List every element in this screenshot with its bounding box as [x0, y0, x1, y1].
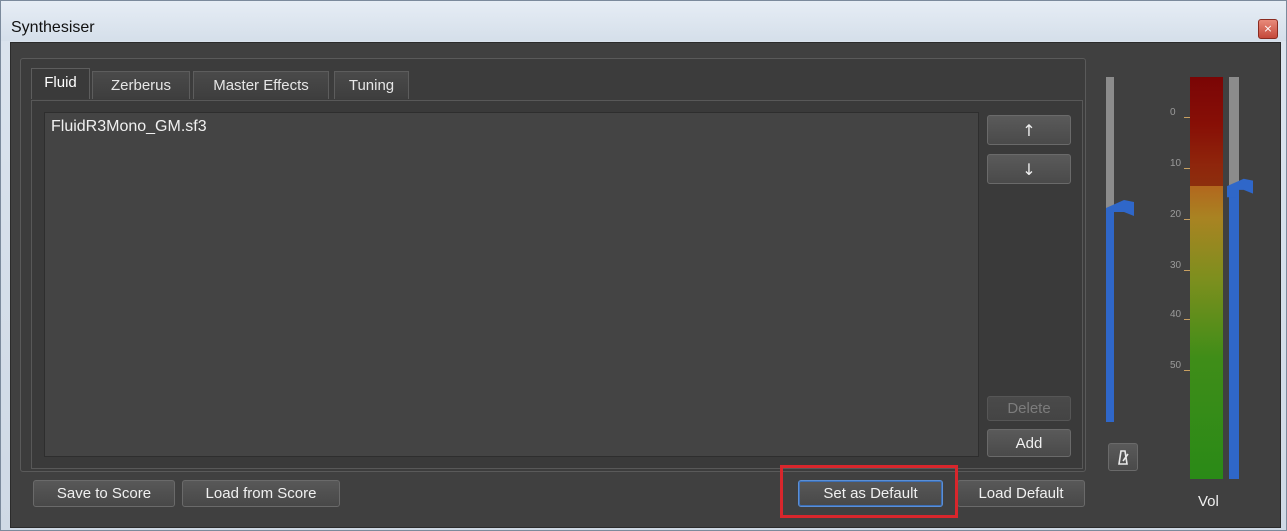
- close-button[interactable]: ×: [1258, 19, 1278, 39]
- title-bar: Synthesiser ×: [1, 1, 1286, 41]
- load-from-score-button[interactable]: Load from Score: [182, 480, 340, 507]
- tick-label: 50: [1170, 360, 1192, 371]
- volume-meter: [1190, 77, 1223, 479]
- soundfont-list[interactable]: FluidR3Mono_GM.sf3: [44, 112, 979, 457]
- add-button[interactable]: Add: [987, 429, 1071, 457]
- slider-handle-icon[interactable]: [1227, 178, 1253, 198]
- metronome-button[interactable]: [1108, 443, 1138, 471]
- volume-fill: [1229, 186, 1239, 479]
- move-up-button[interactable]: ↑: [987, 115, 1071, 145]
- delete-button[interactable]: Delete: [987, 396, 1071, 421]
- tick-label: 20: [1170, 209, 1192, 220]
- master-gain-fill: [1106, 208, 1114, 422]
- tick-label: 30: [1170, 260, 1192, 271]
- volume-label: Vol: [1198, 493, 1219, 510]
- save-to-score-button[interactable]: Save to Score: [33, 480, 175, 507]
- arrow-down-icon: ↓: [1022, 160, 1036, 179]
- move-down-button[interactable]: ↓: [987, 154, 1071, 184]
- volume-meter-scale: 0 10 20 30 40 50: [1170, 77, 1192, 479]
- volume-meter-inactive: [1190, 77, 1223, 186]
- tick-label: 0: [1170, 107, 1192, 118]
- list-item[interactable]: FluidR3Mono_GM.sf3: [51, 118, 207, 136]
- tick-label: 40: [1170, 309, 1192, 320]
- tab-master-effects[interactable]: Master Effects: [193, 71, 329, 99]
- tab-zerberus[interactable]: Zerberus: [92, 71, 190, 99]
- load-default-button[interactable]: Load Default: [957, 480, 1085, 507]
- tab-fluid[interactable]: Fluid: [31, 68, 90, 99]
- metronome-icon: [1118, 450, 1129, 465]
- master-gain-slider[interactable]: [1106, 77, 1134, 422]
- set-as-default-button[interactable]: Set as Default: [798, 480, 943, 507]
- arrow-up-icon: ↑: [1022, 121, 1036, 140]
- tick-label: 10: [1170, 158, 1192, 169]
- volume-slider[interactable]: [1227, 77, 1253, 479]
- window-title: Synthesiser: [11, 19, 95, 36]
- slider-handle-icon[interactable]: [1106, 200, 1134, 220]
- tab-tuning[interactable]: Tuning: [334, 71, 409, 99]
